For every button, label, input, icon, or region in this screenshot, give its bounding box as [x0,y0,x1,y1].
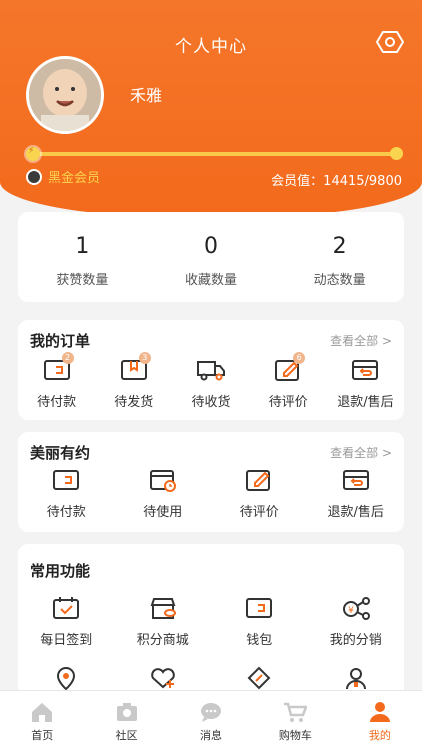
stat-label: 获赞数量 [56,273,109,288]
stat-value: 1 [75,234,90,259]
cart-icon [284,702,308,722]
truck-icon [197,361,225,381]
tab-label: 购物车 [278,729,312,742]
tab-mine[interactable]: 我的 [338,691,422,750]
function-daily-checkin[interactable]: 每日签到 [18,596,115,648]
refund-icon [342,470,369,490]
function-label: 我的分销 [329,633,382,648]
person-icon [369,702,390,722]
order-count-badge: 3 [138,352,151,364]
order-count-badge: 2 [61,352,74,364]
stat-label: 收藏数量 [185,273,238,288]
functions-card: 常用功能 每日签到 积分商城 钱包 ¥ 我的分销 [18,544,404,704]
tab-community[interactable]: 社区 [84,691,168,750]
appointment-to-review[interactable]: 待评价 [211,468,308,520]
location-pin-icon [57,666,76,690]
order-to-review[interactable]: 6 待评价 [250,352,327,410]
stat-label: 动态数量 [313,273,366,288]
home-icon [32,703,53,722]
bottom-tab-bar: 首页 社区 消息 购物车 我的 [0,690,422,750]
appointments-card: 美丽有约 查看全部 > 待付款 待使用 待评价 退款/售后 [18,432,404,532]
tab-label: 首页 [31,729,54,742]
functions-title: 常用功能 [30,562,91,580]
stat-favorites[interactable]: 0 收藏数量 [147,212,276,302]
black-gold-badge-icon [26,168,42,185]
points-store-icon [150,598,176,619]
wallet-icon [53,470,80,490]
appointment-refund[interactable]: 退款/售后 [308,468,405,520]
order-count-badge: 6 [293,352,306,364]
appointment-label: 待评价 [239,505,279,520]
stat-posts[interactable]: 2 动态数量 [275,212,404,302]
baby-avatar-icon [29,59,101,131]
page-title: 个人中心 [175,37,247,57]
tab-cart[interactable]: 购物车 [253,691,337,750]
member-badge[interactable]: 黑金会员 [26,167,100,186]
appointment-label: 待使用 [143,505,183,520]
order-to-ship[interactable]: 3 待发货 [95,352,172,410]
appointment-label: 待付款 [46,505,86,520]
tab-messages[interactable]: 消息 [169,691,253,750]
appointment-label: 退款/售后 [327,505,384,520]
user-icon [345,668,366,690]
function-address[interactable] [18,666,115,690]
calendar-clock-icon [149,470,176,492]
function-distribution[interactable]: ¥ 我的分销 [308,596,405,648]
tab-label: 消息 [200,729,223,742]
tab-home[interactable]: 首页 [0,691,84,750]
edit-icon [246,470,271,491]
tab-label: 社区 [115,729,138,742]
coupon-icon [247,666,271,690]
share-network-icon: ¥ [342,597,370,620]
stats-card: 1 获赞数量 0 收藏数量 2 动态数量 [18,212,404,302]
orders-view-all-link[interactable]: 查看全部 > [330,332,392,349]
avatar[interactable] [26,56,104,134]
chat-icon [201,703,222,722]
refund-icon [352,360,379,380]
svg-text:¥: ¥ [348,606,354,616]
progress-start-icon [26,146,40,161]
order-label: 待收货 [191,395,231,410]
function-label: 积分商城 [136,633,189,648]
order-label: 待评价 [268,395,308,410]
heart-plus-icon [150,668,175,689]
wallet-icon [246,598,273,618]
orders-card: 我的订单 查看全部 > 2 待付款 3 待发货 待收货 6 待评价 退款/售后 [18,320,404,420]
function-label: 钱包 [246,633,273,648]
order-pending-payment[interactable]: 2 待付款 [18,352,95,410]
member-level-label: 黑金会员 [48,171,101,186]
stat-value: 2 [332,234,347,259]
checkin-calendar-icon [53,597,80,619]
order-to-receive[interactable]: 待收货 [172,358,249,410]
member-value: 会员值：14415/9800 [271,174,402,189]
camera-icon [116,703,137,721]
appointment-to-use[interactable]: 待使用 [115,468,212,520]
appointment-pending-payment[interactable]: 待付款 [18,468,115,520]
stat-likes[interactable]: 1 获赞数量 [18,212,147,302]
orders-title: 我的订单 [30,332,91,350]
function-points-store[interactable]: 积分商城 [115,596,212,648]
appointments-title: 美丽有约 [30,444,91,462]
order-label: 待发货 [114,395,154,410]
tab-label: 我的 [368,729,391,742]
appointments-view-all-link[interactable]: 查看全部 > [330,444,392,461]
order-label: 退款/售后 [337,395,394,410]
function-profile[interactable] [308,666,405,690]
settings-icon[interactable] [376,30,404,54]
order-refund[interactable]: 退款/售后 [327,358,404,410]
function-favorites[interactable] [115,666,212,690]
stat-value: 0 [204,234,218,259]
username: 禾雅 [130,86,163,105]
function-label: 每日签到 [40,633,93,648]
function-coupons[interactable] [211,666,308,690]
order-label: 待付款 [37,395,77,410]
progress-end-marker [390,147,403,160]
function-wallet[interactable]: 钱包 [211,596,308,648]
member-progress-bar [32,152,396,156]
